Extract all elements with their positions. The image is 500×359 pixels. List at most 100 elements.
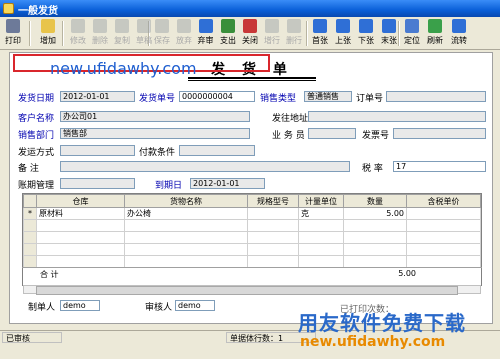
account-mgmt-field[interactable]: [60, 178, 135, 189]
sales-type-field[interactable]: 普通销售: [304, 91, 352, 102]
toolbar-button-2[interactable]: 修改: [68, 18, 88, 49]
toolbar-button-17[interactable]: 定位: [402, 18, 422, 49]
toolbar-button-13[interactable]: 首张: [310, 18, 330, 49]
toolbar-button-label: 放弃: [176, 36, 192, 45]
column-header-quantity[interactable]: 数量: [343, 194, 407, 208]
toolbar-button-18[interactable]: 刷新: [424, 18, 446, 49]
first-icon: [313, 19, 327, 33]
toolbar-button-3[interactable]: 删除: [90, 18, 110, 49]
ship-no-field[interactable]: 0000000004: [179, 91, 255, 102]
pay-terms-field[interactable]: [179, 145, 255, 156]
status-state: 已审核: [2, 332, 62, 343]
toolbar-button-label: 修改: [70, 36, 86, 45]
toolbar-button-label: 增行: [264, 36, 280, 45]
total-label: 合 计: [40, 270, 59, 279]
invoice-no-label: 发票号: [362, 131, 390, 141]
approver-label: 审核人: [145, 303, 173, 313]
remark-label: 备 注: [18, 164, 39, 174]
pay-terms-label: 付款条件: [139, 148, 176, 158]
ship-method-field[interactable]: [60, 145, 135, 156]
toolbar-button-7[interactable]: 放弃: [174, 18, 194, 49]
column-header-unit-price[interactable]: 含税单价: [406, 194, 481, 208]
toolbar-button-label: 末张: [381, 36, 397, 45]
salesperson-label: 业 务 员: [272, 131, 305, 141]
toolbar-button-1[interactable]: 增加: [36, 18, 60, 49]
last-icon: [382, 19, 396, 33]
cell-item-name[interactable]: 办公椅: [124, 207, 248, 220]
tax-rate-label: 税 率: [362, 164, 383, 174]
refresh-icon: [428, 19, 442, 33]
toolbar-button-label: 增加: [40, 36, 56, 45]
watermark-url-overlay: new.ufidawhy.com: [50, 59, 197, 78]
order-no-field[interactable]: [386, 91, 486, 102]
previous-icon: [336, 19, 350, 33]
invoice-no-field[interactable]: [393, 128, 486, 139]
unapprove-icon: [198, 19, 213, 33]
total-quantity: 5.00: [398, 269, 416, 278]
table-row-empty[interactable]: [23, 231, 481, 244]
cell-unit[interactable]: 克: [298, 207, 344, 220]
remark-field[interactable]: [60, 161, 350, 172]
printer-icon: [6, 19, 20, 33]
invoice-form: 发 货 单 发货日期 2012-01-01 发货单号 0000000004 销售…: [9, 52, 493, 324]
total-row: 合 计 5.00: [22, 267, 482, 279]
app-icon: [3, 3, 14, 14]
cell-unit-price[interactable]: [406, 207, 481, 220]
window-title: 一般发货: [18, 6, 58, 17]
cell-warehouse[interactable]: 原材料: [36, 207, 125, 220]
toolbar-button-label: 流转: [451, 36, 467, 45]
dept-label: 销售部门: [18, 131, 55, 141]
column-header-spec[interactable]: 规格型号: [247, 194, 299, 208]
toolbar-button-5[interactable]: 草稿: [134, 18, 154, 49]
row-header-corner: [23, 194, 37, 208]
table-row[interactable]: * 原材料 办公椅 克 5.00: [23, 207, 481, 220]
table-row-empty[interactable]: [23, 255, 481, 268]
sales-type-label: 销售类型: [260, 94, 297, 104]
watermark-url: new.ufidawhy.com: [300, 334, 446, 350]
column-header-warehouse[interactable]: 仓库: [36, 194, 125, 208]
grid-header-row: 仓库 货物名称 规格型号 计量单位 数量 含税单价: [23, 194, 481, 208]
toolbar-button-15[interactable]: 下张: [356, 18, 376, 49]
toolbar-button-19[interactable]: 流转: [448, 18, 470, 49]
toolbar-button-14[interactable]: 上张: [332, 18, 354, 49]
toolbar-button-label: 复制: [114, 36, 130, 45]
toolbar-button-label: 支出: [220, 36, 236, 45]
ship-no-label: 发货单号: [139, 94, 176, 104]
toolbar-button-10[interactable]: 关闭: [240, 18, 260, 49]
ship-method-label: 发运方式: [18, 148, 55, 158]
title-underline-thin: [188, 80, 316, 81]
scrollbar-thumb[interactable]: [36, 286, 458, 295]
table-row-empty[interactable]: [23, 243, 481, 256]
toolbar-button-4[interactable]: 复制: [112, 18, 132, 49]
toolbar-button-12[interactable]: 删行: [284, 18, 304, 49]
toolbar-button-0[interactable]: 打印: [2, 18, 24, 49]
toolbar-button-16[interactable]: 末张: [378, 18, 400, 49]
toolbar-button-label: 打印: [5, 36, 21, 45]
customer-field[interactable]: 办公司01: [60, 111, 250, 122]
due-date-field[interactable]: 2012-01-01: [190, 178, 265, 189]
ship-date-field[interactable]: 2012-01-01: [60, 91, 135, 102]
delete-row-icon: [287, 19, 301, 33]
payout-icon: [221, 19, 235, 33]
toolbar-button-8[interactable]: 弃审: [195, 18, 216, 49]
delete-icon: [93, 19, 107, 33]
column-header-item-name[interactable]: 货物名称: [124, 194, 248, 208]
toolbar-button-label: 删除: [92, 36, 108, 45]
toolbar-button-6[interactable]: 保存: [152, 18, 172, 49]
toolbar-button-11[interactable]: 增行: [262, 18, 282, 49]
toolbar-button-label: 下张: [358, 36, 374, 45]
cell-quantity[interactable]: 5.00: [343, 207, 407, 220]
tax-rate-field[interactable]: 17: [393, 161, 486, 172]
horizontal-scrollbar[interactable]: [23, 285, 481, 295]
dept-field[interactable]: 销售部: [60, 128, 250, 139]
ship-address-field[interactable]: [308, 111, 486, 122]
toolbar-button-label: 草稿: [136, 36, 152, 45]
cell-spec[interactable]: [247, 207, 299, 220]
toolbar-button-9[interactable]: 支出: [218, 18, 238, 49]
row-marker: *: [23, 207, 37, 220]
ship-date-label: 发货日期: [18, 94, 55, 104]
salesperson-field[interactable]: [308, 128, 356, 139]
table-row-empty[interactable]: [23, 219, 481, 232]
edit-icon: [71, 19, 85, 33]
column-header-unit[interactable]: 计量单位: [298, 194, 344, 208]
